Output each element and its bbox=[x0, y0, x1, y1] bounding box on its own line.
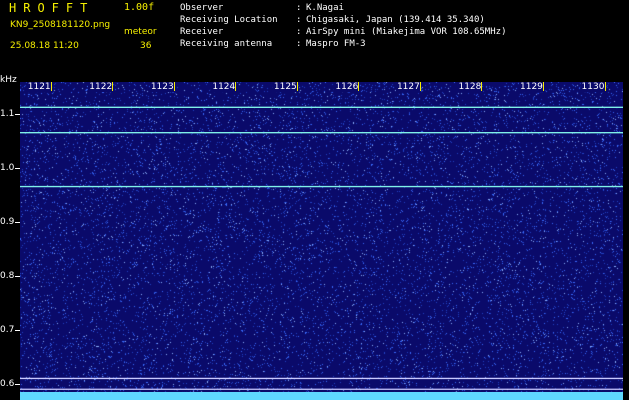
location-label: Receiving Location bbox=[180, 15, 278, 25]
x-tick-mark bbox=[481, 82, 483, 91]
x-tick-label: 1122 bbox=[88, 82, 114, 92]
observer-colon: : bbox=[296, 3, 302, 13]
y-tick-mark bbox=[15, 168, 20, 170]
x-tick-mark bbox=[112, 82, 114, 91]
x-tick-label: 1129 bbox=[519, 82, 544, 92]
meteor-count: 36 bbox=[140, 41, 152, 51]
y-axis-unit: kHz bbox=[0, 75, 17, 85]
antenna-value: Maspro FM-3 bbox=[306, 39, 366, 49]
bottom-signal-band bbox=[20, 392, 623, 400]
y-tick-mark bbox=[15, 329, 20, 331]
antenna-label: Receiving antenna bbox=[180, 39, 273, 49]
y-tick-mark bbox=[15, 114, 20, 116]
observer-label: Observer bbox=[180, 3, 224, 13]
x-tick-label: 1123 bbox=[149, 82, 175, 92]
x-tick-mark bbox=[173, 82, 175, 91]
x-tick-mark bbox=[419, 82, 421, 91]
x-tick-mark bbox=[543, 82, 544, 91]
app-logo: HROFFT bbox=[9, 1, 95, 15]
x-tick-mark bbox=[235, 82, 237, 91]
meteor-label: meteor bbox=[124, 27, 157, 37]
y-tick-mark bbox=[15, 222, 20, 224]
file-name: KN9_2508181120.png bbox=[10, 20, 111, 30]
location-colon: : bbox=[296, 15, 302, 25]
location-value: Chigasaki, Japan (139.414 35.340) bbox=[306, 15, 485, 25]
x-tick-mark bbox=[604, 82, 606, 91]
app-version: 1.00f bbox=[124, 2, 155, 13]
observer-value: K.Nagai bbox=[306, 3, 344, 13]
x-tick-label: 1130 bbox=[580, 82, 606, 92]
x-tick-label: 1121 bbox=[26, 82, 52, 92]
signal-lines bbox=[20, 106, 623, 390]
x-tick-label: 1126 bbox=[334, 82, 360, 92]
x-tick-label: 1125 bbox=[272, 82, 298, 92]
x-tick-mark bbox=[358, 82, 360, 91]
header-panel: HROFFT 1.00f KN9_2508181120.png meteor 2… bbox=[0, 0, 629, 78]
y-tick-mark bbox=[15, 383, 20, 385]
x-tick-mark bbox=[296, 82, 298, 91]
receiver-value: AirSpy mini (Miakejima VOR 108.65MHz) bbox=[306, 27, 507, 37]
spectrogram-plot bbox=[20, 82, 623, 400]
antenna-colon: : bbox=[296, 39, 302, 49]
x-tick-label: 1124 bbox=[211, 82, 237, 92]
y-tick-mark bbox=[15, 276, 20, 278]
date-time: 25.08.18 11:20 bbox=[10, 41, 79, 51]
receiver-label: Receiver bbox=[180, 27, 224, 37]
receiver-colon: : bbox=[296, 27, 302, 37]
x-tick-label: 1128 bbox=[457, 82, 483, 92]
x-tick-mark bbox=[50, 82, 52, 91]
x-tick-label: 1127 bbox=[395, 82, 421, 92]
